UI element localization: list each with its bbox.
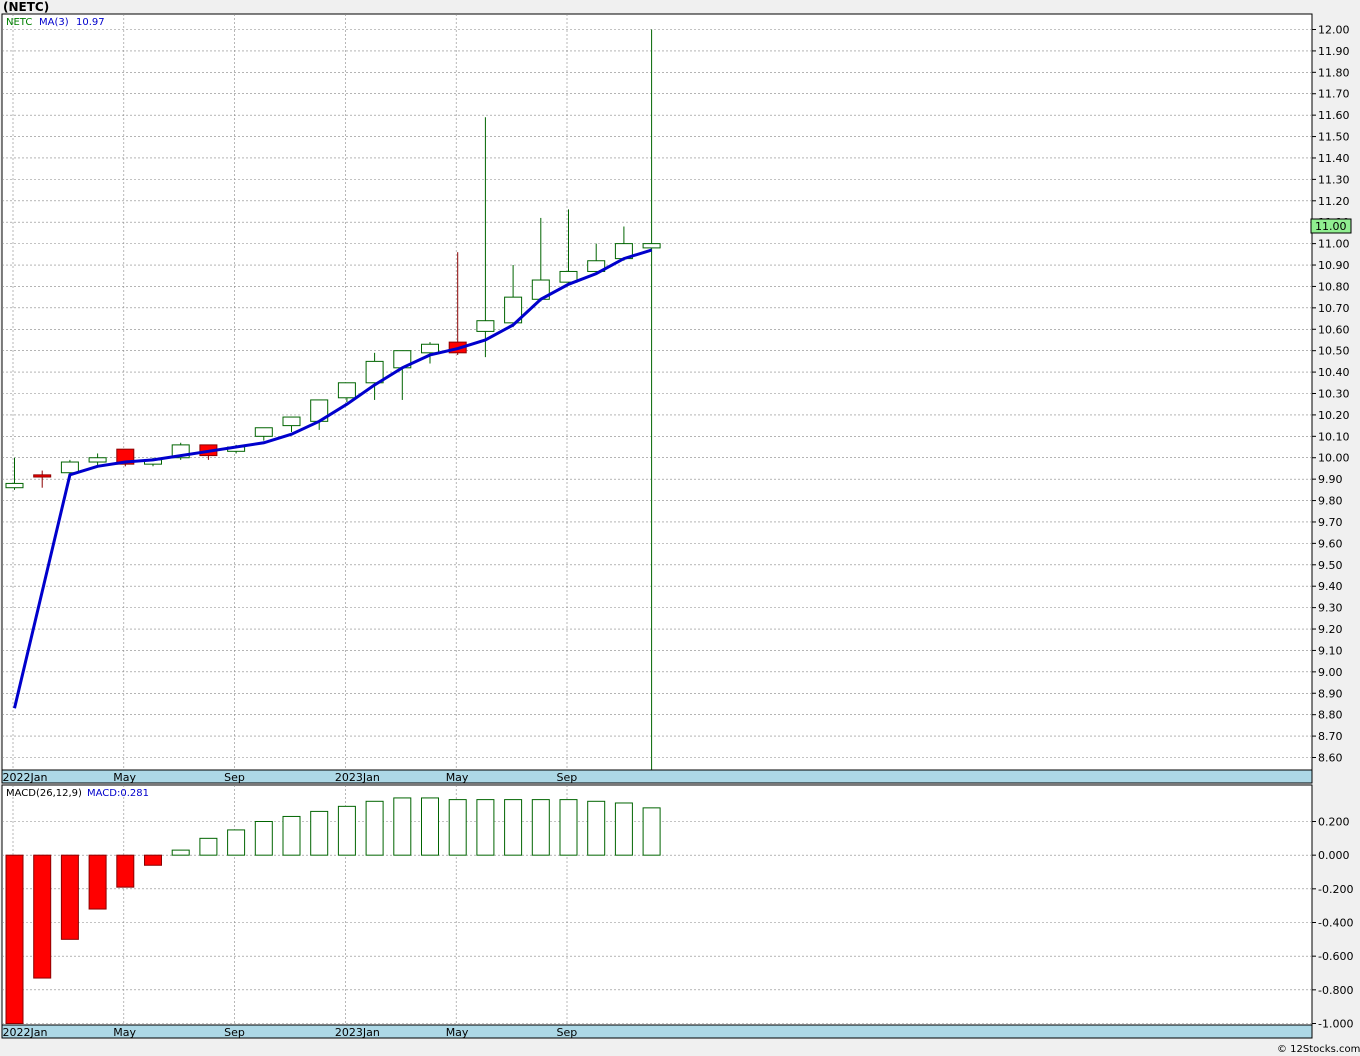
- legend-ma-value: 10.97: [76, 17, 105, 28]
- macd-x-tick-label: Sep: [557, 1026, 578, 1039]
- price-x-tick-label: Sep: [557, 771, 578, 784]
- price-x-tick-label: 2023Jan: [335, 771, 380, 784]
- legend-symbol: NETC: [6, 17, 32, 28]
- candle-body: [337, 382, 356, 399]
- price-panel: [1, 13, 1313, 771]
- price-y-tick-label: 10.90: [1318, 259, 1350, 272]
- macd-y-tick-label: -0.400: [1318, 917, 1353, 930]
- price-y-tick-label: 11.40: [1318, 152, 1350, 165]
- price-xaxis-band: [1, 769, 1313, 784]
- macd-x-tick-label: May: [446, 1026, 469, 1039]
- legend-ma-label: MA(3): [39, 17, 69, 28]
- macd-y-tick-label: -0.600: [1318, 950, 1353, 963]
- macd-legend-value: MACD:0.281: [87, 788, 149, 799]
- macd-legend-label: MACD(26,12,9): [6, 788, 82, 799]
- macd-bar: [254, 821, 273, 856]
- macd-bar: [448, 799, 467, 856]
- price-y-tick-label: 10.30: [1318, 388, 1350, 401]
- candle-body: [254, 427, 273, 437]
- price-y-tick-label: 9.40: [1318, 580, 1343, 593]
- macd-bar: [227, 829, 246, 856]
- candle-body: [5, 482, 24, 489]
- price-y-tick-label: 8.90: [1318, 687, 1343, 700]
- footer-copyright: © 12Stocks.com: [1277, 1044, 1360, 1055]
- macd-bar: [614, 802, 633, 856]
- macd-bar: [504, 799, 523, 856]
- price-y-tick-label: 10.00: [1318, 452, 1350, 465]
- price-y-tick-label: 11.80: [1318, 66, 1350, 79]
- macd-xaxis-band: [1, 1024, 1313, 1039]
- last-price-label: 11.00: [1315, 220, 1347, 233]
- macd-bar: [476, 799, 495, 856]
- macd-bar: [559, 799, 578, 856]
- macd-bar: [421, 797, 439, 856]
- macd-y-tick-label: -0.200: [1318, 883, 1353, 896]
- candle-body: [88, 457, 107, 463]
- macd-bar: [88, 854, 107, 910]
- macd-bar: [310, 810, 329, 856]
- macd-bar: [33, 854, 52, 979]
- price-y-tick-label: 9.90: [1318, 473, 1343, 486]
- price-y-tick-label: 12.00: [1318, 24, 1350, 37]
- macd-bar: [5, 854, 24, 1025]
- price-y-tick-label: 10.50: [1318, 345, 1350, 358]
- macd-bar: [642, 807, 661, 856]
- price-y-tick-label: 9.70: [1318, 516, 1343, 529]
- price-y-tick-label: 9.80: [1318, 495, 1343, 508]
- price-y-tick-label: 11.50: [1318, 131, 1350, 144]
- macd-x-tick-label: May: [113, 1026, 136, 1039]
- price-y-tick-label: 11.20: [1318, 195, 1350, 208]
- macd-bar: [365, 800, 384, 856]
- macd-bar: [531, 799, 550, 856]
- price-x-tick-label: May: [113, 771, 136, 784]
- chart-title: (NETC): [3, 0, 49, 14]
- macd-bar: [337, 805, 356, 856]
- macd-bar: [144, 854, 162, 866]
- price-x-tick-label: May: [446, 771, 469, 784]
- candle-body: [476, 320, 495, 332]
- price-y-tick-label: 11.00: [1318, 238, 1350, 251]
- price-y-tick-label: 11.70: [1318, 88, 1350, 101]
- price-y-tick-label: 9.10: [1318, 644, 1343, 657]
- price-x-tick-label: 2022Jan: [3, 771, 48, 784]
- price-y-tick-label: 10.40: [1318, 366, 1350, 379]
- price-y-tick-label: 8.70: [1318, 730, 1343, 743]
- price-y-tick-label: 10.10: [1318, 430, 1350, 443]
- price-y-tick-label: 9.60: [1318, 537, 1343, 550]
- candle-body: [60, 461, 79, 474]
- macd-bar: [587, 800, 606, 856]
- price-y-tick-label: 11.30: [1318, 173, 1350, 186]
- macd-y-tick-label: -1.000: [1318, 1018, 1353, 1031]
- macd-x-tick-label: 2022Jan: [3, 1026, 48, 1039]
- price-y-tick-label: 10.70: [1318, 302, 1350, 315]
- macd-bar: [393, 797, 412, 856]
- price-y-tick-label: 9.20: [1318, 623, 1343, 636]
- stock-chart: (NETC) 2022Jan May Sep 2023Jan May Sep 8.60 8.…: [0, 0, 1360, 1056]
- macd-bar: [282, 815, 301, 856]
- price-y-tick-label: 9.00: [1318, 666, 1343, 679]
- macd-y-tick-label: -0.800: [1318, 984, 1353, 997]
- price-y-tick-label: 8.80: [1318, 709, 1343, 722]
- macd-bar: [171, 849, 190, 856]
- candle-body: [282, 416, 301, 427]
- price-x-tick-label: Sep: [224, 771, 245, 784]
- macd-bar: [199, 837, 218, 856]
- macd-x-tick-label: Sep: [224, 1026, 245, 1039]
- macd-y-tick-label: 0.000: [1318, 849, 1350, 862]
- price-y-tick-label: 11.90: [1318, 45, 1350, 58]
- price-y-tick-label: 11.60: [1318, 109, 1350, 122]
- candle-body: [33, 474, 52, 478]
- price-y-tick-label: 10.20: [1318, 409, 1350, 422]
- macd-y-tick-label: 0.200: [1318, 816, 1350, 829]
- price-y-tick-label: 10.60: [1318, 323, 1350, 336]
- price-y-tick-label: 9.30: [1318, 602, 1343, 615]
- candle-body: [642, 243, 661, 249]
- candle-body: [421, 343, 439, 354]
- price-y-tick-label: 8.60: [1318, 752, 1343, 765]
- macd-bar: [60, 854, 79, 940]
- price-y-tick-label: 10.80: [1318, 280, 1350, 293]
- macd-bar: [116, 854, 135, 888]
- macd-x-tick-label: 2023Jan: [335, 1026, 380, 1039]
- price-y-tick-label: 9.50: [1318, 559, 1343, 572]
